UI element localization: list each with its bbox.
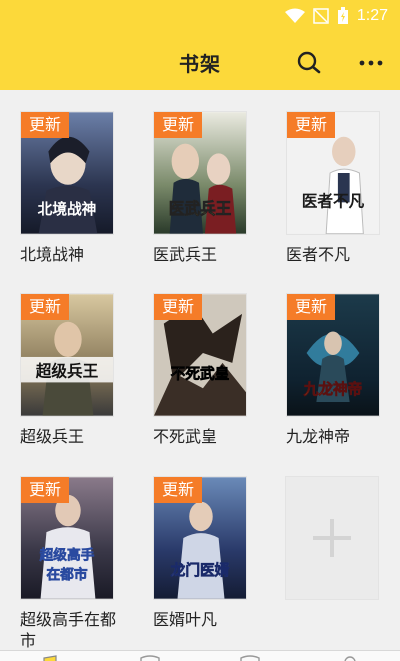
update-badge: 更新 [154,112,203,138]
book-item[interactable]: 超级高手 在都市 更新 超级高手在都市 [20,476,116,651]
page-title: 书架 [179,52,221,76]
book-title: 超级高手在都市 [20,610,117,650]
book-item[interactable]: 超级兵王 更新 超级兵王 [20,293,116,447]
update-badge: 更新 [287,294,336,320]
bookshelf: 北境战神 更新 北境战神 医武兵王 更新 医武兵王 医者不凡 更新 医者不凡 超… [0,90,400,650]
book-title: 医武兵王 [153,245,218,264]
book-cover[interactable]: 九龙神帝 更新 [286,293,380,417]
book-cover[interactable]: 不死武皇 更新 [153,293,247,417]
plus-icon [313,519,351,557]
svg-text:超级高手: 超级高手 [39,547,95,564]
book-cover[interactable]: 医者不凡 更新 [286,111,380,235]
book-title: 九龙神帝 [286,427,351,446]
svg-text:医武兵王: 医武兵王 [169,199,232,218]
svg-text:在都市: 在都市 [46,566,87,583]
wifi-icon [284,8,305,23]
update-badge: 更新 [154,294,203,320]
update-badge: 更新 [287,112,336,138]
signal-icon [313,8,329,24]
more-icon [359,60,383,66]
add-book-button[interactable] [285,476,379,600]
update-badge: 更新 [21,294,70,320]
update-badge: 更新 [154,477,203,503]
search-button[interactable] [294,48,324,78]
book-title: 不死武皇 [153,427,218,446]
svg-text:不死武皇: 不死武皇 [171,364,230,382]
book-item[interactable]: 医武兵王 更新 医武兵王 [153,111,249,265]
book-cover[interactable]: 超级高手 在都市 更新 [20,476,114,600]
battery-icon [337,7,348,24]
book-cover[interactable]: 超级兵王 更新 [20,293,114,417]
book-item[interactable]: 九龙神帝 更新 九龙神帝 [286,293,382,447]
category-tab-icon[interactable] [238,654,262,661]
svg-text:医者不凡: 医者不凡 [302,191,365,210]
book-title: 超级兵王 [20,427,85,446]
book-title: 北境战神 [20,245,85,264]
book-item[interactable]: 北境战神 更新 北境战神 [20,111,116,265]
svg-text:龙门医婿: 龙门医婿 [170,561,230,579]
book-item[interactable]: 医者不凡 更新 医者不凡 [286,111,382,265]
profile-tab-icon[interactable] [338,654,362,661]
search-icon [297,51,321,74]
bookshelf-tab-icon[interactable] [38,654,62,661]
svg-text:北境战神: 北境战神 [38,200,97,218]
status-icons: 1:27 [284,7,388,25]
app-bar: 书架 [0,34,400,90]
update-badge: 更新 [21,477,70,503]
svg-text:九龙神帝: 九龙神帝 [303,380,363,398]
svg-text:超级兵王: 超级兵王 [35,362,99,381]
book-cover[interactable]: 龙门医婿 更新 [153,476,247,600]
more-button[interactable] [356,48,386,78]
book-cover[interactable]: 北境战神 更新 [20,111,114,235]
update-badge: 更新 [21,112,70,138]
bottom-nav [0,650,400,661]
book-cover[interactable]: 医武兵王 更新 [153,111,247,235]
status-bar: 1:27 [0,0,400,34]
status-time: 1:27 [356,7,388,24]
book-title: 医婿叶凡 [153,610,218,629]
book-item[interactable]: 不死武皇 更新 不死武皇 [153,293,249,447]
bookstore-tab-icon[interactable] [138,654,162,661]
book-title: 医者不凡 [286,245,351,264]
book-item[interactable]: 龙门医婿 更新 医婿叶凡 [153,476,249,630]
